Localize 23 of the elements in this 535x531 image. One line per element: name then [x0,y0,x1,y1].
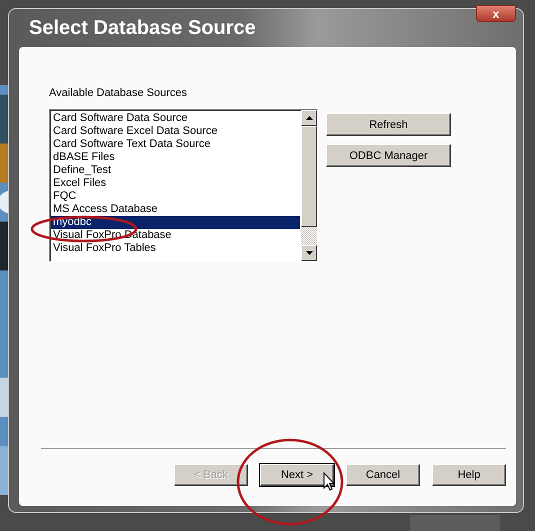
up-arrow-icon [306,116,312,120]
list-item[interactable]: Excel Files [51,177,300,190]
scrollbar-thumb[interactable] [301,126,317,227]
list-item[interactable]: FQC [51,190,300,203]
footer-button[interactable]: Help [432,464,506,486]
list-item[interactable]: Card Software Data Source [51,112,300,125]
scroll-down-button[interactable] [301,245,317,261]
down-arrow-icon [306,251,312,255]
side-button[interactable]: ODBC Manager [326,144,451,167]
list-item[interactable]: dBASE Files [51,151,300,164]
footer-button[interactable]: Next > [260,464,334,486]
list-label: Available Database Sources [49,87,188,99]
side-button[interactable]: Refresh [326,113,451,136]
cursor-icon [323,472,335,491]
list-item[interactable]: MS Access Database [51,203,300,216]
list-item[interactable]: Card Software Excel Data Source [51,125,300,138]
list-item[interactable]: Card Software Text Data Source [51,138,300,151]
close-button[interactable]: x [476,5,516,22]
footer-button[interactable]: Cancel [346,464,420,486]
window-title: Select Database Source [29,16,256,40]
list-item[interactable]: Visual FoxPro Tables [51,242,300,255]
list-item[interactable]: Define_Test [51,164,300,177]
scroll-up-button[interactable] [301,110,317,126]
